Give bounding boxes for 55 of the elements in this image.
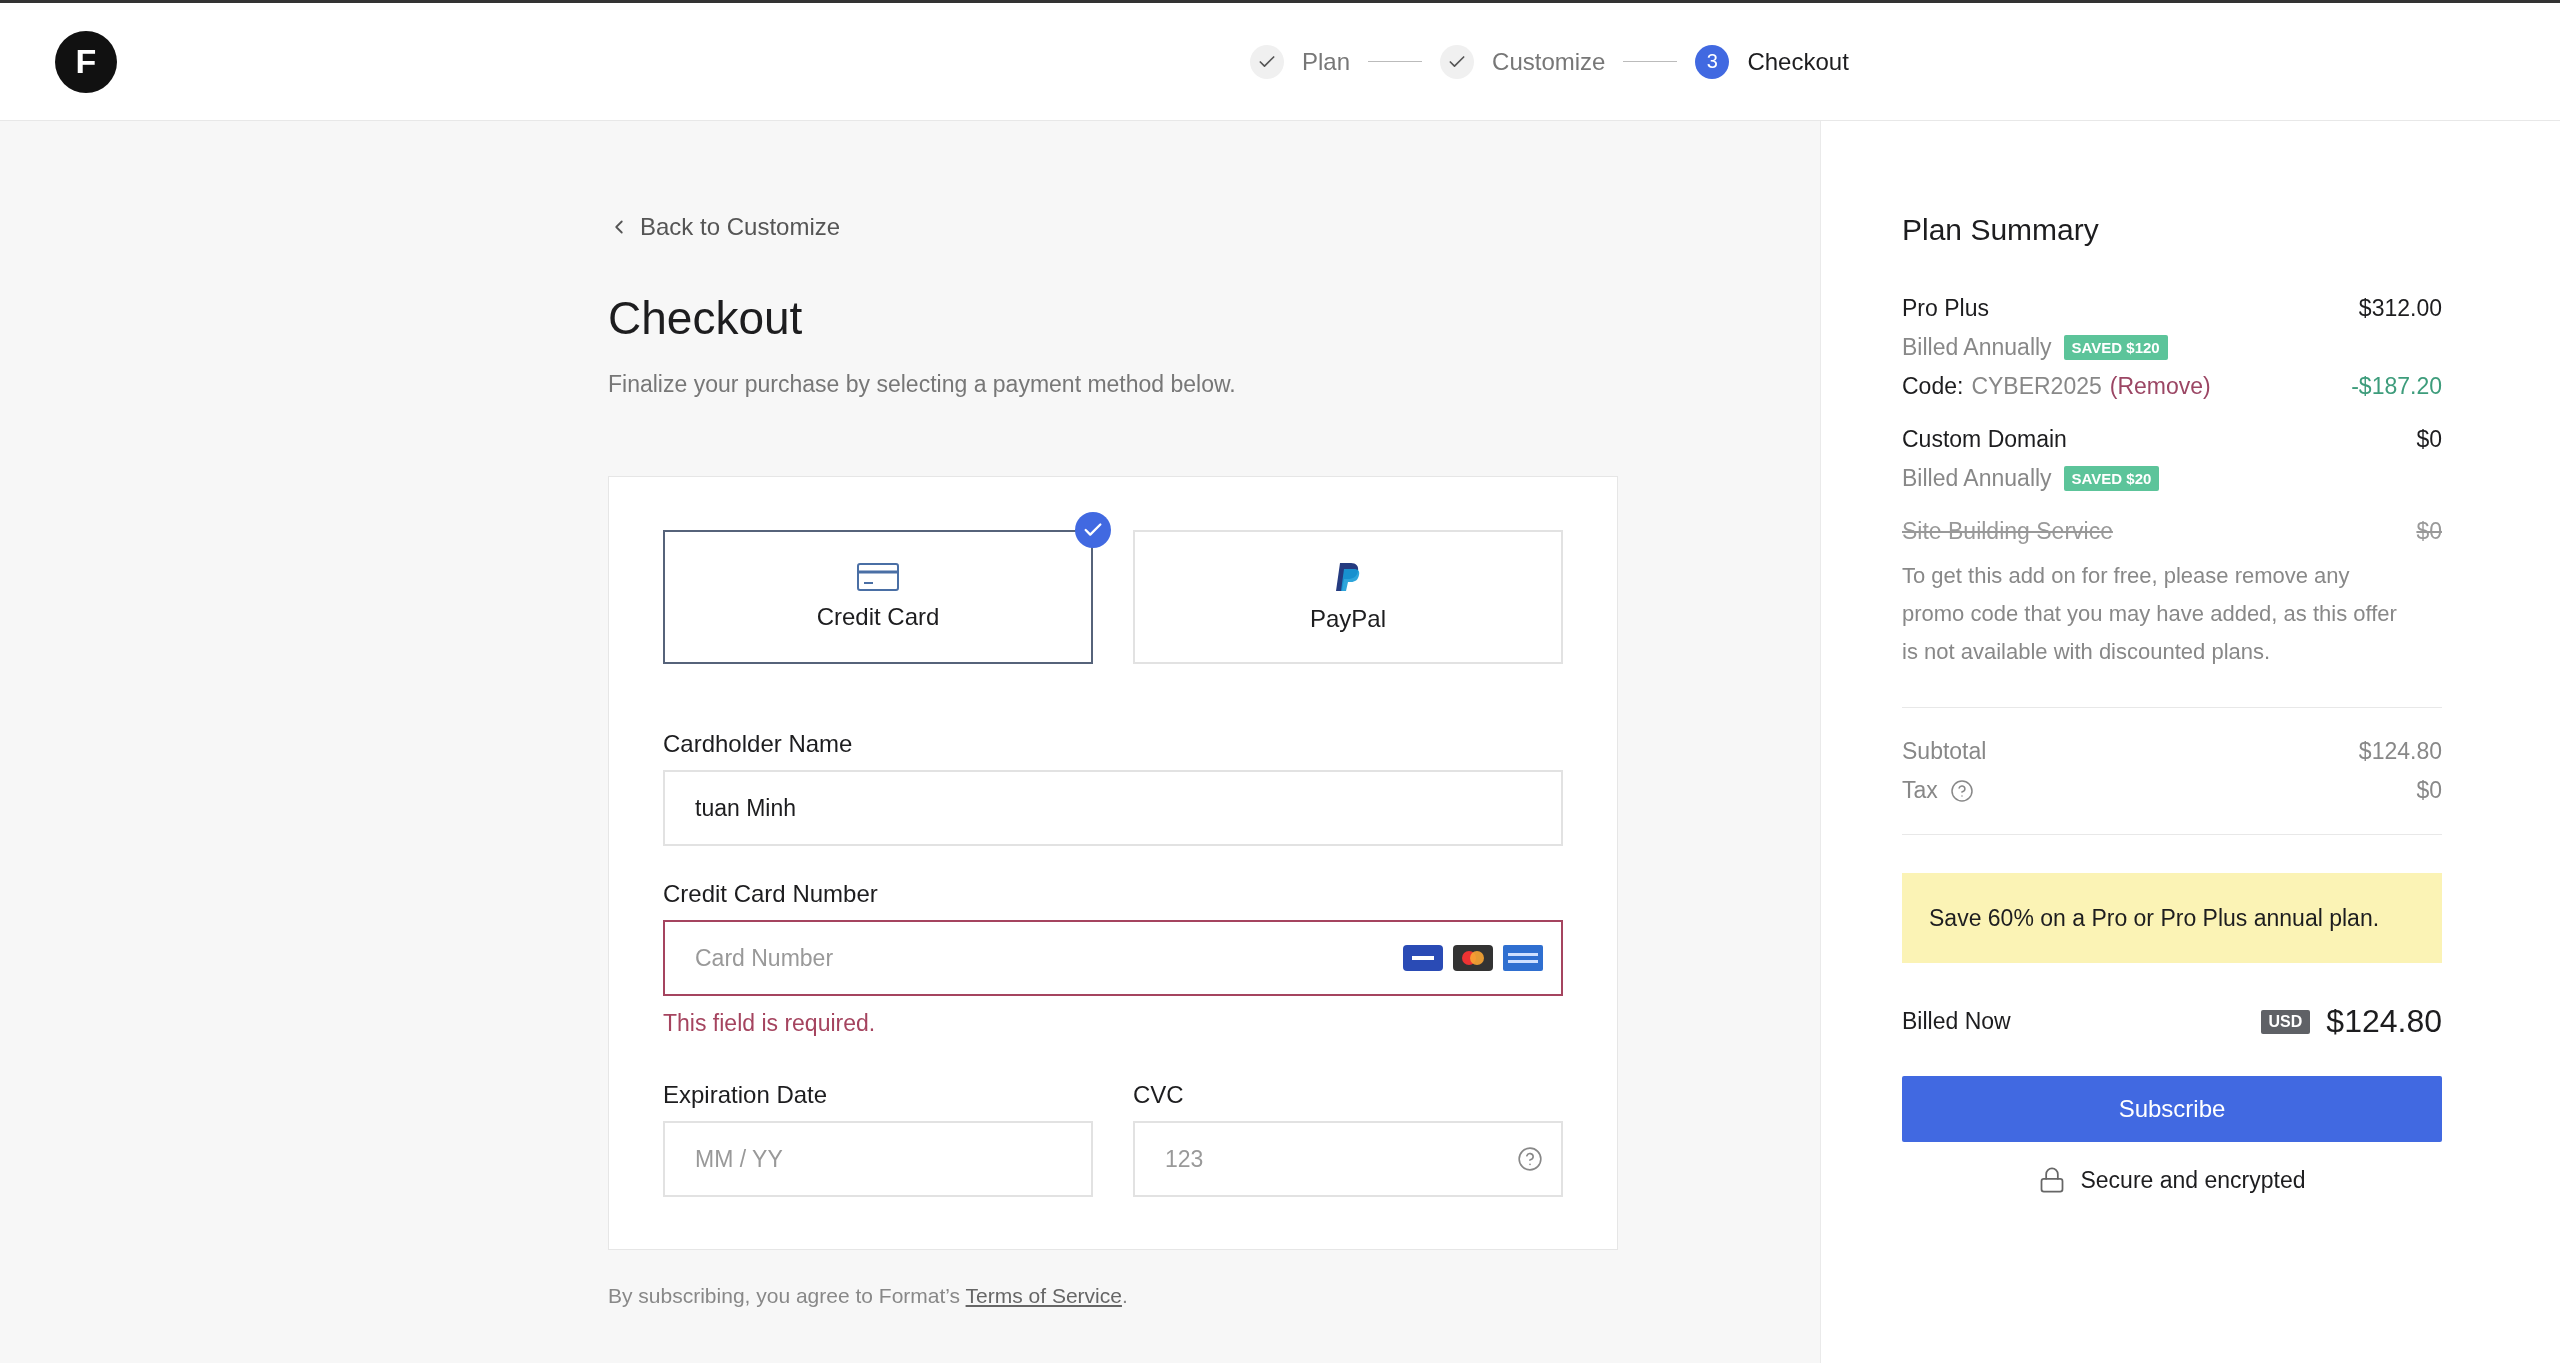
billed-now-amount: $124.80 [2326, 1003, 2442, 1040]
paypal-icon [1334, 561, 1362, 593]
card-number-field[interactable]: Card Number [663, 920, 1563, 996]
subscribe-button[interactable]: Subscribe [1902, 1076, 2442, 1142]
help-icon[interactable] [1949, 778, 1974, 803]
field-label: Expiration Date [663, 1081, 829, 1109]
step-label[interactable]: Customize [1492, 47, 1606, 76]
remove-link[interactable]: (Remove) [2109, 373, 2211, 400]
total-label: Subtotal [1902, 738, 1987, 765]
item-price: $312.00 [2358, 295, 2442, 322]
promo-banner: Save 60% on a Pro or Pro Plus annual plan. [1902, 873, 2442, 963]
total-label: Tax [1902, 777, 1938, 804]
amex-card-icon [1503, 945, 1543, 971]
item-name: Custom Domain [1902, 426, 2067, 453]
item-name: Site Building Service [1902, 518, 2113, 545]
back-link[interactable]: Back to Customize [608, 213, 841, 241]
step-number: 3 [1695, 44, 1730, 79]
selected-check-icon [1075, 512, 1111, 548]
terms-link[interactable]: Terms of Service [965, 1284, 1122, 1307]
billed-now-label: Billed Now [1902, 1008, 2011, 1035]
page-title: Checkout [608, 291, 804, 345]
item-price: $0 [2416, 518, 2442, 545]
logo[interactable]: F [55, 30, 117, 93]
discount-amount: -$187.20 [2351, 373, 2442, 400]
promo-code: CYBER2025 [1971, 373, 2102, 400]
mastercard-icon [1453, 945, 1493, 971]
field-label: Credit Card Number [663, 880, 879, 908]
error-message: This field is required. [663, 1010, 877, 1037]
help-icon[interactable] [1517, 1146, 1543, 1172]
terms-text: By subscribing, you agree to Format’s Terms of Service. [608, 1284, 1129, 1308]
credit-card-icon [857, 563, 899, 591]
field-label: Cardholder Name [663, 730, 854, 758]
item-price: $0 [2416, 426, 2442, 453]
payment-method-option[interactable]: Credit Card [663, 530, 1093, 664]
visa-card-icon [1403, 945, 1443, 971]
code-label: Code: [1902, 373, 1964, 400]
cvc-field[interactable]: 123 [1133, 1121, 1563, 1197]
billing-period: Billed Annually [1902, 465, 2052, 492]
field-label: CVC [1133, 1081, 1185, 1109]
secure-note: Secure and encrypted [2080, 1166, 2306, 1194]
page-subtitle: Finalize your purchase by selecting a payment method below. [608, 371, 1237, 398]
step-label[interactable]: Plan [1302, 47, 1351, 76]
summary-title: Plan Summary [1902, 213, 2100, 247]
item-name: Pro Plus [1902, 295, 1989, 322]
expiration-date-field[interactable]: MM / YY [663, 1121, 1093, 1197]
savings-badge: SAVED $120 [2063, 335, 2168, 360]
payment-method-option[interactable]: PayPal [1133, 530, 1563, 664]
currency-badge: USD [2260, 1009, 2311, 1034]
item-note: To get this add on for free, please remove any promo code that you may have added, as this offer is not available with discounted plans. [1902, 562, 2398, 666]
savings-badge: SAVED $20 [2063, 466, 2160, 491]
step-label[interactable]: Checkout [1747, 47, 1849, 76]
total-value: $0 [2416, 777, 2442, 804]
cardholder-name-field[interactable]: tuan Minh [663, 770, 1563, 846]
billing-period: Billed Annually [1902, 334, 2052, 361]
total-value: $124.80 [2358, 738, 2442, 765]
